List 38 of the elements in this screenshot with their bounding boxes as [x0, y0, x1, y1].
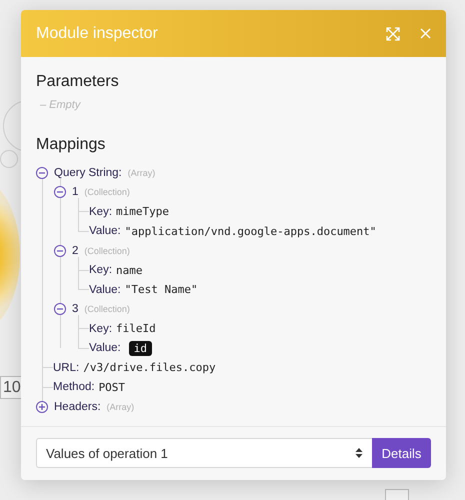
- field-key: URL:: [53, 362, 80, 374]
- sort-caret-icon: [355, 447, 363, 459]
- type-label: (Collection): [84, 187, 130, 198]
- field-key: Key:: [89, 206, 112, 218]
- field-value: "Test Name": [124, 283, 198, 296]
- field-value: /v3/drive.files.copy: [83, 361, 216, 374]
- field-value: fileId: [116, 322, 156, 336]
- collapse-icon[interactable]: [36, 166, 48, 179]
- details-button[interactable]: Details: [372, 438, 431, 468]
- field-value: mimeType: [116, 205, 169, 218]
- field-key: Key:: [89, 264, 112, 276]
- type-label: (Collection): [84, 304, 130, 314]
- collapse-icon[interactable]: [54, 303, 66, 316]
- field-key: Value:: [89, 342, 121, 354]
- item-label: Query String:: [54, 166, 122, 179]
- field-value: "application/vnd.google-apps.document": [124, 224, 376, 238]
- item-label: 3: [72, 303, 78, 316]
- type-label: (Array): [128, 168, 156, 178]
- field-key: Key:: [89, 322, 112, 335]
- section-heading: Mappings: [36, 136, 106, 154]
- field-key: Value:: [89, 225, 121, 238]
- section-heading: Parameters: [36, 73, 120, 91]
- collapse-icon[interactable]: [54, 186, 66, 198]
- collapse-icon[interactable]: [54, 244, 66, 257]
- operation-select[interactable]: Values of operation 1: [36, 438, 372, 468]
- item-label: 1: [72, 186, 78, 198]
- field-key: Value:: [89, 284, 121, 296]
- item-label: Headers:: [54, 400, 101, 413]
- type-label: (Collection): [84, 246, 130, 256]
- field-key: Method:: [53, 381, 95, 394]
- field-value: POST: [98, 380, 126, 394]
- value-token: id: [128, 340, 152, 356]
- empty-text: – Empty: [40, 99, 82, 111]
- window-title: Module inspector: [36, 24, 159, 42]
- item-label: 2: [72, 244, 78, 257]
- field-value: name: [116, 264, 143, 277]
- expand-icon[interactable]: [36, 400, 48, 413]
- type-label: (Array): [106, 402, 134, 412]
